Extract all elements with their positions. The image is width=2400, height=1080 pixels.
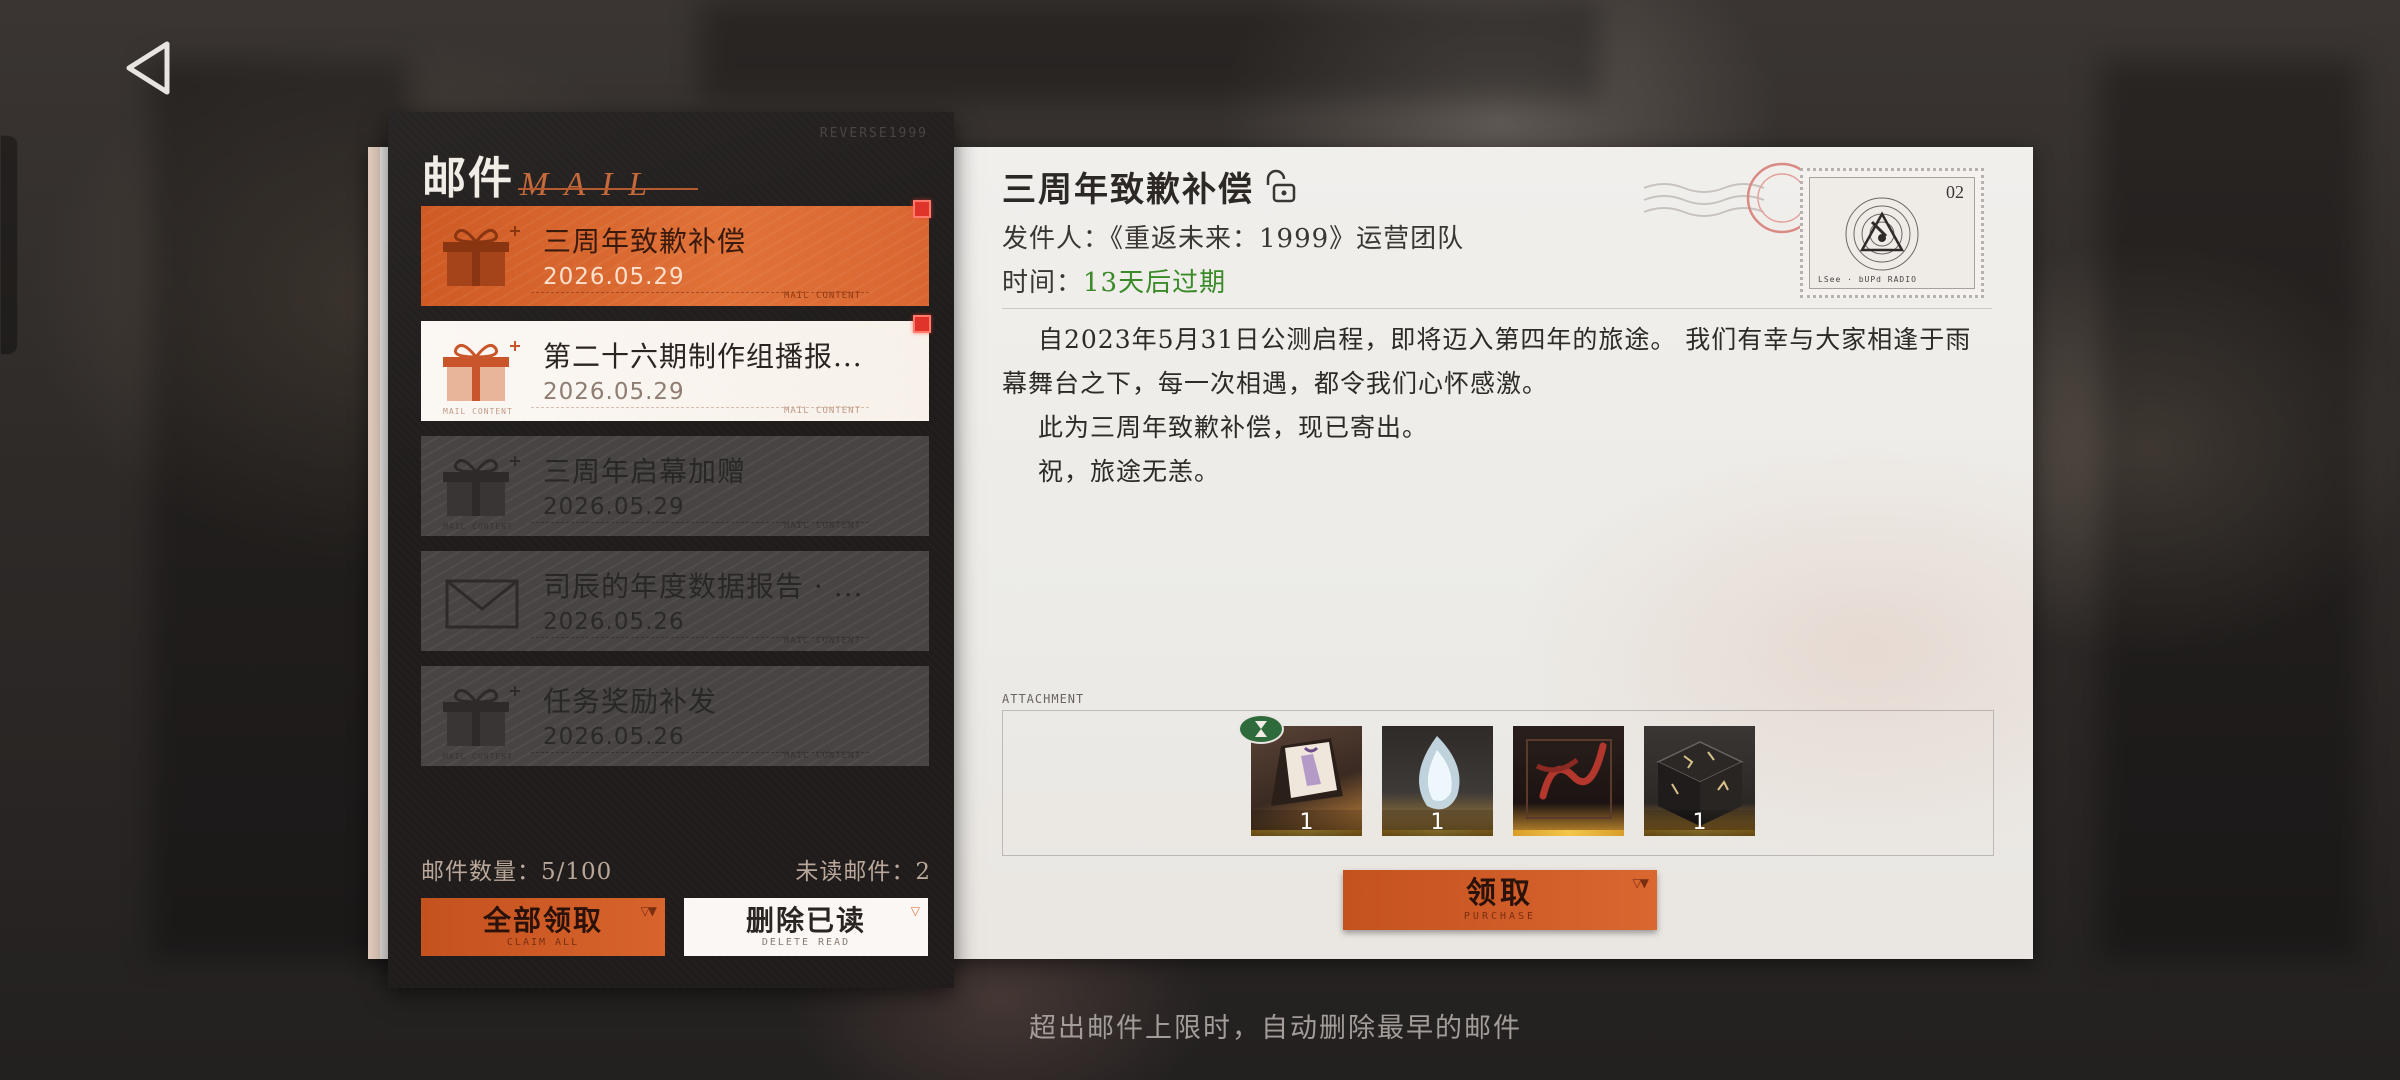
claim-button[interactable]: ▽▼ 领取 PURCHASE — [1343, 870, 1657, 930]
attachment-count: 1 — [1644, 810, 1755, 836]
unread-count: 未读邮件：2 — [795, 859, 931, 885]
mail-date: 2026.05.29 — [543, 264, 685, 290]
hourglass-badge-icon — [1238, 714, 1284, 744]
mail-date: 2026.05.29 — [543, 379, 685, 405]
delete-read-sublabel: DELETE READ — [761, 937, 851, 949]
time-label: 时间： — [1002, 268, 1084, 298]
time-line: 时间：13天后过期 — [1002, 262, 1226, 299]
mail-item[interactable]: 三周年致歉补偿 2026.05.29 MAIL CONTENT — [421, 206, 929, 306]
mail-date: 2026.05.26 — [543, 609, 685, 635]
claim-all-sublabel: CLAIM ALL — [506, 937, 580, 949]
attachment-item-water-spirit[interactable]: 1 — [1382, 726, 1493, 836]
panel-title-cn: 邮件 — [422, 153, 514, 204]
body-paragraph: 自2023年5月31日公测启程，即将迈入第四年的旅途。 我们有幸与大家相逢于雨幕… — [1002, 325, 1972, 398]
mail-title: 三周年致歉补偿 — [543, 225, 747, 258]
claim-sublabel: PURCHASE — [1463, 910, 1537, 922]
mail-tag: MAIL CONTENT — [783, 291, 861, 301]
stamp-footer: LSee · bUPd RADIO — [1818, 275, 1917, 284]
mail-tag-left: MAIL CONTENT — [443, 752, 513, 761]
claim-all-button[interactable]: ▽▼ 全部领取 CLAIM ALL — [421, 898, 665, 956]
unlock-icon — [1266, 169, 1296, 202]
attachment-item-serpent-card[interactable] — [1513, 726, 1624, 836]
mail-date: 2026.05.29 — [543, 494, 685, 520]
mail-tag: MAIL CONTENT — [783, 636, 861, 646]
mail-icon — [439, 450, 527, 522]
attachment-item-rune-box[interactable]: 1 — [1644, 726, 1755, 836]
serpent-card-icon — [1526, 739, 1612, 819]
mail-date: 2026.05.26 — [543, 724, 685, 750]
body-paragraph: 此为三周年致歉补偿，现已寄出。 — [1038, 413, 1429, 442]
mail-icon — [439, 680, 527, 752]
gift-icon — [443, 226, 520, 286]
mail-item[interactable]: 司辰的年度数据报告 · ... 2026.05.26 MAIL CONTENT — [421, 551, 929, 651]
mail-title: 任务奖励补发 — [543, 685, 718, 718]
back-button[interactable] — [118, 38, 178, 98]
stamp: 02 LSee · bUPd RADIO — [1800, 168, 1984, 298]
mail-icon — [439, 565, 527, 637]
mail-item[interactable]: 第二十六期制作组播报... 2026.05.29 MAIL CONTENT MA… — [421, 321, 929, 421]
stamp-number: 02 — [1946, 182, 1964, 202]
mail-list: 三周年致歉补偿 2026.05.29 MAIL CONTENT 第二十六期制作组… — [421, 200, 931, 781]
gift-icon — [443, 456, 520, 516]
triangle-icon: ▽▼ — [1632, 876, 1650, 890]
mail-count-row: 邮件数量：5/100 未读邮件：2 — [421, 852, 931, 886]
edge-tab — [0, 135, 18, 355]
envelope-icon — [445, 579, 519, 629]
back-arrow-icon — [126, 41, 170, 95]
postmark-icon — [1643, 162, 1818, 234]
gift-icon — [443, 341, 520, 401]
attachment-count: 1 — [1382, 810, 1493, 836]
mail-icon — [439, 220, 527, 292]
triangle-icon: ▽▼ — [640, 904, 658, 918]
mail-title: 三周年启幕加赠 — [543, 455, 747, 488]
gift-icon — [443, 686, 520, 746]
delete-read-label: 删除已读 — [745, 903, 866, 937]
mail-body: 自2023年5月31日公测启程，即将迈入第四年的旅途。 我们有幸与大家相逢于雨幕… — [1002, 318, 1992, 494]
detail-title: 三周年致歉补偿 — [1002, 162, 1300, 211]
mail-title: 司辰的年度数据报告 · ... — [543, 570, 864, 603]
mail-item[interactable]: 任务奖励补发 2026.05.26 MAIL CONTENT MAIL CONT… — [421, 666, 929, 766]
mail-tag: MAIL CONTENT — [783, 406, 861, 416]
eye-pyramid-icon — [1845, 197, 1919, 271]
delete-read-button[interactable]: ▽ 删除已读 DELETE READ — [684, 898, 928, 956]
mail-tag-left: MAIL CONTENT — [443, 522, 513, 531]
mail-count: 邮件数量：5/100 — [421, 859, 613, 885]
mail-icon — [439, 335, 527, 407]
expire-text: 13天后过期 — [1083, 268, 1227, 298]
claim-all-label: 全部领取 — [482, 903, 603, 937]
body-paragraph: 祝，旅途无恙。 — [1038, 457, 1221, 486]
mail-tag: MAIL CONTENT — [783, 751, 861, 761]
mail-title: 第二十六期制作组播报... — [543, 340, 863, 373]
attachment-label: ATTACHMENT — [1002, 692, 1085, 706]
triangle-icon: ▽ — [910, 904, 920, 918]
sender-line: 发件人：《重返未来：1999》运营团队 — [1002, 224, 1465, 254]
attachment-list: 1 1 1 — [1251, 726, 1755, 836]
panel-title: 邮件 MAIL — [422, 142, 663, 206]
footer-note: 超出邮件上限时，自动删除最早的邮件 — [1029, 1013, 1522, 1044]
detail-title-text: 三周年致歉补偿 — [1002, 170, 1254, 210]
mail-tag-left: MAIL CONTENT — [443, 407, 513, 416]
attachment-count: 1 — [1251, 810, 1362, 836]
brand-tag: REVERSE1999 — [819, 126, 928, 141]
claim-label: 领取 — [1466, 875, 1534, 911]
unread-indicator — [913, 200, 931, 218]
mail-list-panel: REVERSE1999 邮件 MAIL 三周年致歉补偿 2026.05.29 M… — [388, 112, 954, 988]
panel-title-en: MAIL — [520, 166, 664, 203]
mail-tag: MAIL CONTENT — [783, 521, 861, 531]
unread-indicator — [913, 315, 931, 333]
mail-item[interactable]: 三周年启幕加赠 2026.05.29 MAIL CONTENT MAIL CON… — [421, 436, 929, 536]
